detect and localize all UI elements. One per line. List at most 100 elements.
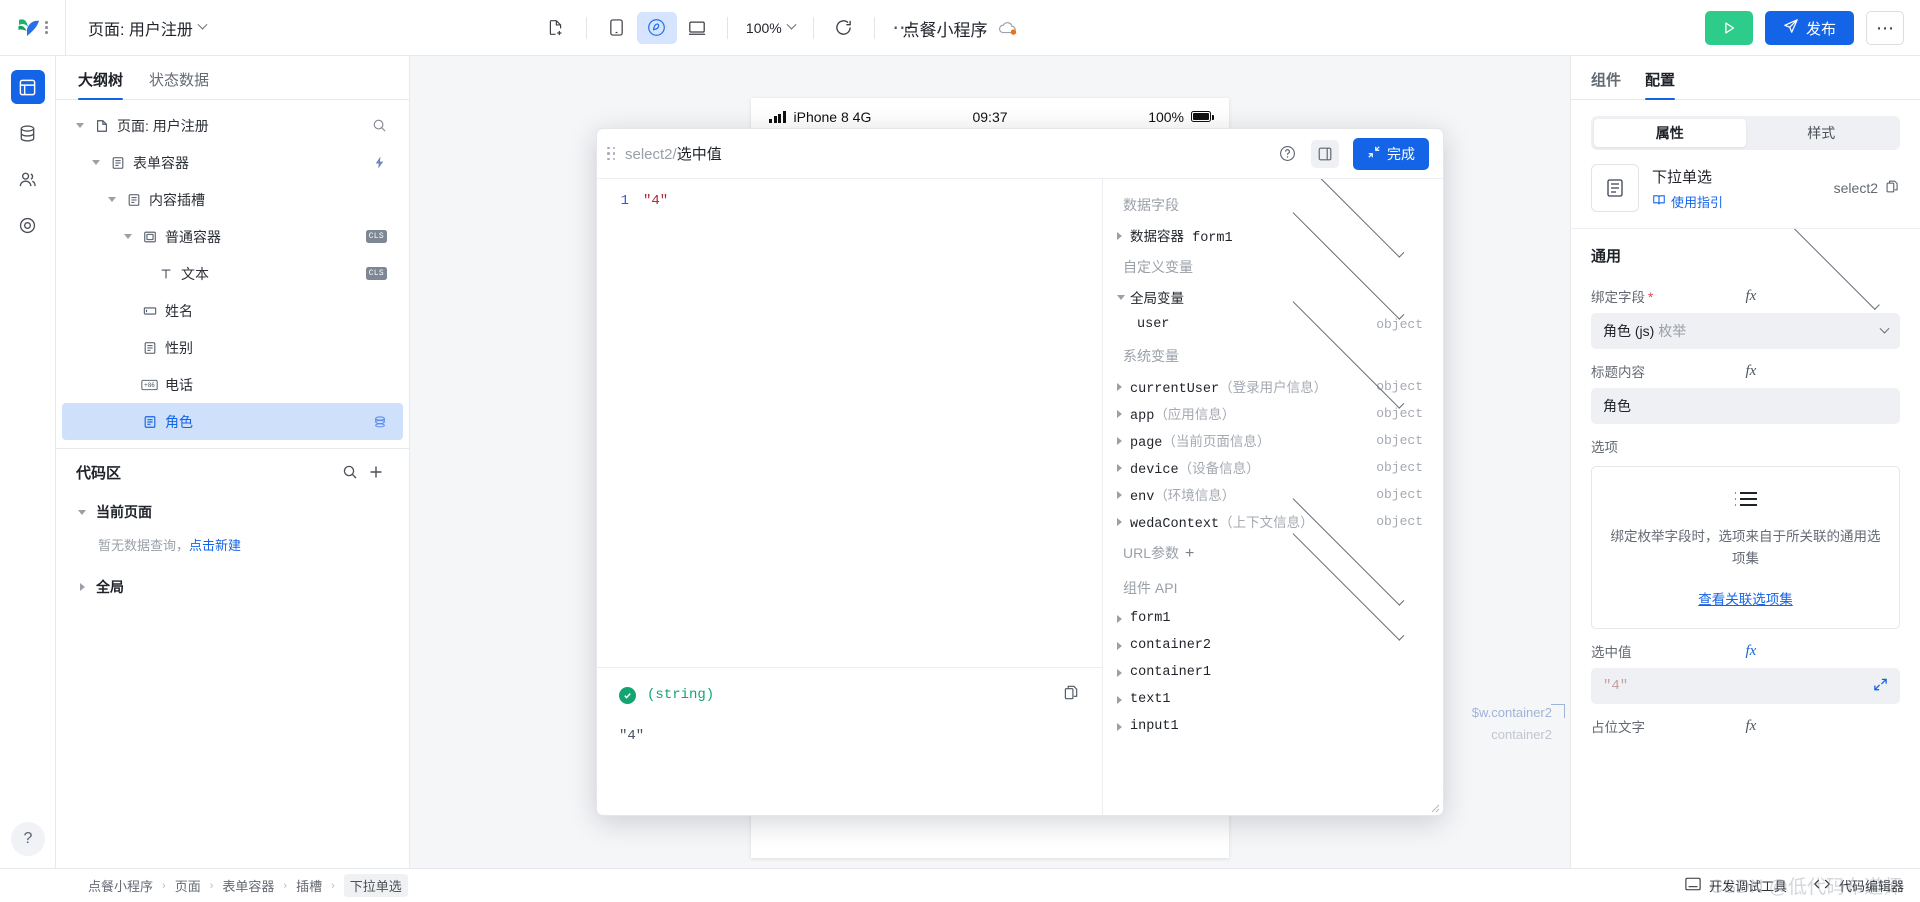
segment-styles[interactable]: 样式 [1746,119,1898,147]
tree-node-text[interactable]: 文本 CLS [62,255,403,292]
breadcrumb-item-2[interactable]: 表单容器 [222,876,274,895]
var-row-device[interactable]: device（设备信息） object [1103,454,1443,481]
caret-right-icon[interactable] [1117,614,1130,623]
breadcrumb-item-1[interactable]: 页面 [175,876,201,895]
right-panel-scroll[interactable]: 通用 绑定字段 * fx 角色 (js) 枚举 标题内容 fx 角色 选项 绑定… [1571,229,1920,868]
tab-components[interactable]: 组件 [1591,69,1621,99]
drag-grip-icon[interactable] [607,146,615,161]
breadcrumb-item-0[interactable]: 点餐小程序 [88,876,153,895]
var-group-url-params[interactable]: URL参数 + [1103,493,1443,606]
expression-editor-modal[interactable]: select2/选中值 完成 1 "4" (string) "4" 数据字段 数… [596,128,1444,816]
variable-browser[interactable]: 数据字段 数据容器 form1 自定义变量 全局变量 user object 系… [1103,179,1443,815]
help-button[interactable]: ? [11,822,45,856]
usage-guide-link[interactable]: 使用指引 [1652,192,1821,211]
code-editor-button[interactable]: 代码编辑器 [1813,876,1904,895]
tree-node-content-slot[interactable]: 内容插槽 [62,181,403,218]
miniprogram-preview-icon[interactable] [636,11,677,44]
toolbar-more-icon[interactable]: ⋯ [885,12,921,44]
desktop-preview-icon[interactable] [677,12,717,44]
mobile-preview-icon[interactable] [597,12,637,44]
var-row-input1[interactable]: input1 [1103,713,1443,740]
tree-node-name-field[interactable]: 姓名 [62,292,403,329]
tab-state-data[interactable]: 状态数据 [149,69,209,99]
plus-icon[interactable] [363,459,389,485]
expand-icon[interactable] [1873,677,1888,695]
var-row-container2[interactable]: container2 [1103,632,1443,659]
var-row-page[interactable]: page（当前页面信息） object [1103,427,1443,454]
plus-icon[interactable]: + [1185,545,1194,562]
search-icon[interactable] [372,118,387,133]
var-row-container1[interactable]: container1 [1103,659,1443,686]
bind-field-select[interactable]: 角色 (js) 枚举 [1591,313,1900,349]
caret-right-icon[interactable] [1117,517,1130,526]
tree-node-page[interactable]: 页面: 用户注册 [62,107,403,144]
title-content-input[interactable]: 角色 [1591,388,1900,424]
caret-right-icon[interactable] [1117,722,1130,731]
caret-right-icon[interactable] [1117,695,1130,704]
var-row-wedacontext[interactable]: wedaContext（上下文信息） object [1103,508,1443,535]
devtools-button[interactable]: 开发调试工具 [1685,876,1787,895]
caret-right-icon[interactable] [76,583,88,591]
tree-node-phone-field[interactable]: +86 电话 [62,366,403,403]
code-group-current-page[interactable]: 当前页面 [76,495,389,529]
page-selector[interactable]: 页面: 用户注册 [88,16,208,40]
caret-right-icon[interactable] [1117,463,1130,472]
tree-node-gender-field[interactable]: 性别 [62,329,403,366]
selected-value-input[interactable]: "4" [1591,668,1900,704]
tab-configuration[interactable]: 配置 [1645,69,1676,100]
modal-resize-handle[interactable] [1428,800,1440,813]
topbar-more-button[interactable]: ⋯ [1866,11,1904,45]
fx-icon[interactable]: fx [1746,643,1901,660]
caret-down-icon[interactable] [76,509,88,515]
breadcrumb-item-4[interactable]: 下拉单选 [343,874,408,897]
caret-down-icon[interactable] [90,160,102,165]
code-editor[interactable]: 1 "4" [597,179,1102,667]
var-row-user[interactable]: user object [1103,311,1443,338]
search-icon[interactable] [337,459,363,485]
caret-right-icon[interactable] [1117,382,1130,391]
refresh-icon[interactable] [824,12,864,44]
caret-down-icon[interactable] [1117,295,1130,300]
caret-down-icon[interactable] [106,197,118,202]
caret-right-icon[interactable] [1117,668,1130,677]
var-group-system-vars[interactable]: 系统变量 [1103,296,1443,409]
var-group-custom-vars[interactable]: 自定义变量 [1103,207,1443,320]
lightning-icon[interactable] [372,155,387,170]
var-row-text1[interactable]: text1 [1103,686,1443,713]
caret-right-icon[interactable] [1117,490,1130,499]
side-panel-icon[interactable] [1311,139,1339,168]
sidebar-rail-users[interactable] [11,162,45,196]
fx-icon[interactable]: fx [1746,718,1901,735]
breadcrumb-item-3[interactable]: 插槽 [296,876,322,895]
new-page-icon[interactable] [536,12,576,44]
code-group-global[interactable]: 全局 [76,570,389,604]
database-small-icon[interactable] [373,415,387,429]
run-button[interactable] [1704,11,1753,45]
modal-done-button[interactable]: 完成 [1353,137,1429,170]
caret-right-icon[interactable] [1117,641,1130,650]
section-general[interactable]: 通用 [1571,229,1920,310]
sidebar-rail-settings[interactable] [11,208,45,242]
fx-icon[interactable]: fx [1746,363,1901,380]
weda-logo-icon[interactable] [17,17,41,39]
kebab-menu-icon[interactable] [45,21,48,34]
tree-node-role-field[interactable]: 角色 [62,403,403,440]
view-option-set-link[interactable]: 查看关联选项集 [1608,588,1883,608]
segment-properties[interactable]: 属性 [1594,119,1746,147]
tree-node-form-container[interactable]: 表单容器 [62,144,403,181]
tab-outline-tree[interactable]: 大纲树 [78,69,124,100]
sidebar-rail-data[interactable] [11,116,45,150]
var-row-app[interactable]: app（应用信息） object [1103,400,1443,427]
var-group-data-fields[interactable]: 数据字段 [1103,179,1443,258]
question-circle-icon[interactable] [1273,140,1301,168]
caret-right-icon[interactable] [1117,409,1130,418]
sidebar-rail-outline[interactable] [10,70,45,104]
caret-down-icon[interactable] [122,234,134,239]
caret-right-icon[interactable] [1117,231,1130,240]
code-create-link[interactable]: 点击新建 [189,538,241,553]
canvas-resize-handle[interactable] [1551,704,1565,718]
copy-icon[interactable] [1885,179,1900,197]
tree-node-normal-container[interactable]: 普通容器 CLS [62,218,403,255]
copy-icon[interactable] [1063,684,1080,706]
zoom-level-selector[interactable]: 100% [738,12,803,44]
